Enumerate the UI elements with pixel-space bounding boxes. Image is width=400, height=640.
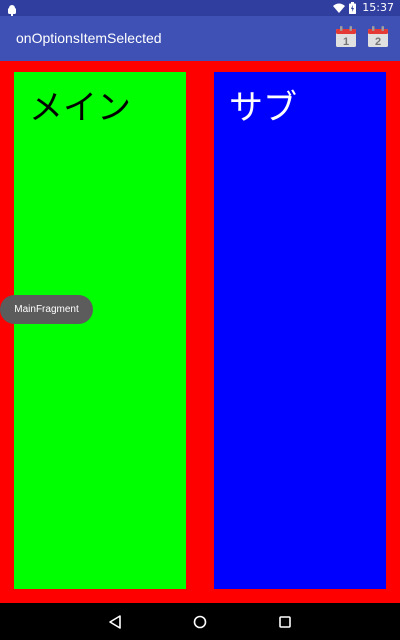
calendar-2-icon[interactable]: 2 [368, 26, 388, 48]
battery-icon [349, 2, 357, 14]
app-title: onOptionsItemSelected [16, 30, 162, 46]
sub-pane-label: サブ [229, 88, 297, 128]
back-icon[interactable] [105, 612, 125, 632]
calendar-2-label: 2 [375, 36, 381, 48]
status-time: 15:37 [362, 1, 394, 14]
main-fragment-pane: メイン [14, 72, 186, 589]
app-bar: onOptionsItemSelected 1 2 [0, 16, 400, 61]
navigation-bar [0, 603, 400, 640]
calendar-1-icon[interactable]: 1 [336, 26, 356, 48]
recents-icon[interactable] [275, 612, 295, 632]
sub-fragment-pane: サブ [214, 72, 386, 589]
wifi-icon [333, 3, 346, 13]
status-bar: 15:37 [0, 0, 400, 16]
content-area: メイン サブ [0, 61, 400, 603]
main-pane-label: メイン [29, 88, 131, 128]
home-icon[interactable] [190, 612, 210, 632]
android-notification-icon [7, 2, 17, 16]
toast-message: MainFragment [0, 295, 93, 324]
calendar-1-label: 1 [343, 36, 349, 48]
status-icons: 15:37 [333, 0, 394, 16]
